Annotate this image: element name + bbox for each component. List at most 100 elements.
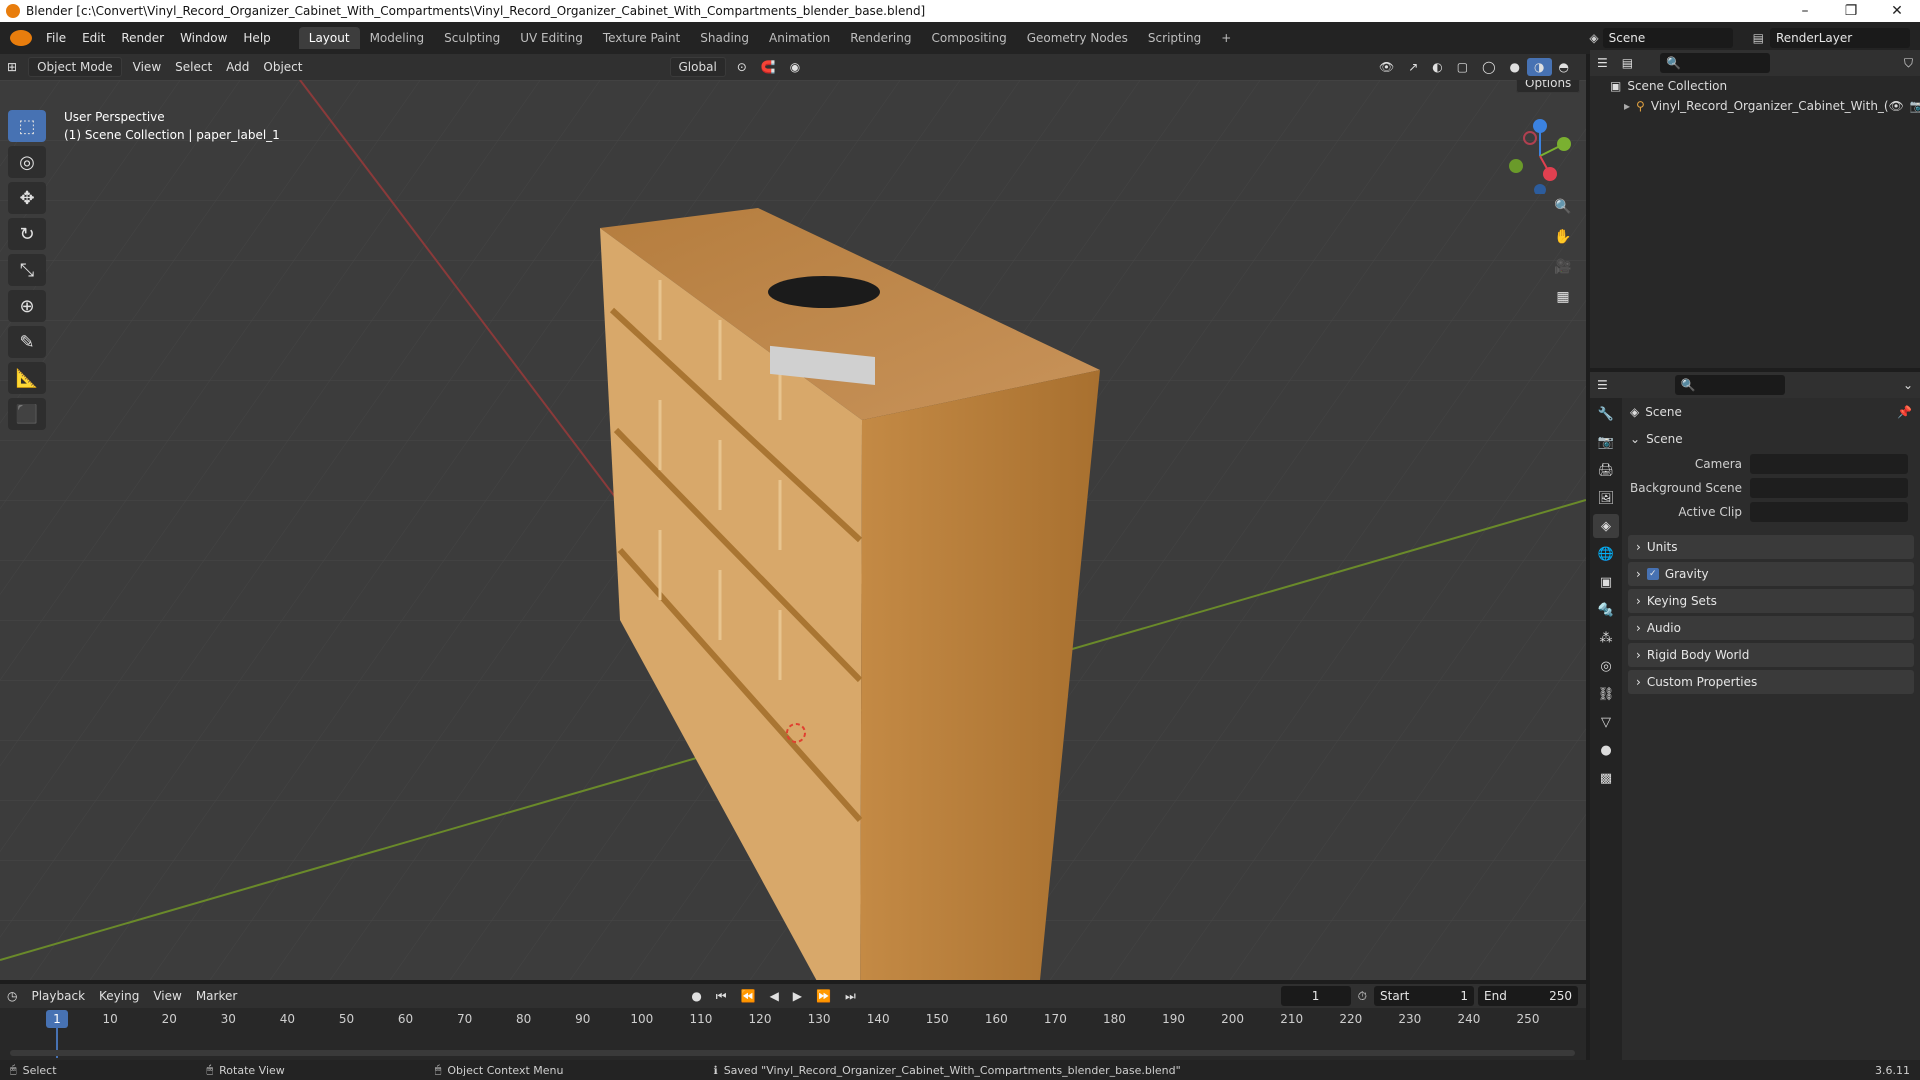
ortho-grid-icon[interactable]: ▦	[1550, 284, 1576, 310]
tab-rendering[interactable]: Rendering	[840, 27, 921, 49]
options-button[interactable]: Options	[1512, 80, 1584, 93]
menu-timeline-view[interactable]: View	[146, 987, 188, 1005]
snap-icon[interactable]: 🧲	[754, 58, 783, 76]
display-mode-icon[interactable]: ▤	[1615, 54, 1640, 72]
object-tab-icon[interactable]: ▣	[1593, 570, 1619, 594]
panel-custom-properties[interactable]: › Custom Properties	[1628, 670, 1914, 694]
menu-add[interactable]: Add	[219, 58, 256, 76]
navigation-gizmo[interactable]	[1500, 114, 1580, 196]
shading-wireframe-icon[interactable]: ◯	[1475, 58, 1502, 76]
timeline-editor-type-icon[interactable]: ◷	[0, 987, 24, 1005]
visibility-icon[interactable]: 👁	[1372, 58, 1401, 76]
shading-material-icon[interactable]: ◑	[1527, 58, 1552, 76]
shading-solid-icon[interactable]: ●	[1503, 58, 1527, 76]
tab-layout[interactable]: Layout	[298, 27, 360, 49]
measure-tool[interactable]: 📐	[8, 362, 46, 394]
active-clip-field[interactable]	[1750, 502, 1908, 522]
blender-menu-icon[interactable]	[10, 30, 32, 46]
tab-geometry-nodes[interactable]: Geometry Nodes	[1017, 27, 1138, 49]
add-cube-tool[interactable]: ⬛	[8, 398, 46, 430]
menu-keying[interactable]: Keying	[92, 987, 146, 1005]
record-icon[interactable]: ●	[684, 987, 708, 1006]
shading-rendered-icon[interactable]: ◓	[1552, 58, 1576, 76]
properties-editor-type-icon[interactable]: ☰	[1590, 376, 1615, 394]
panel-gravity[interactable]: › ✓ Gravity	[1628, 562, 1914, 586]
select-box-tool[interactable]: ⬚	[8, 110, 46, 142]
tab-uv-editing[interactable]: UV Editing	[510, 27, 593, 49]
outliner-search-input[interactable]: 🔍	[1660, 53, 1771, 73]
tab-texture-paint[interactable]: Texture Paint	[593, 27, 690, 49]
scene-field[interactable]: Scene	[1602, 28, 1733, 48]
outliner-editor-type-icon[interactable]: ☰	[1590, 54, 1615, 72]
menu-file[interactable]: File	[38, 31, 74, 45]
outliner-row-cabinet[interactable]: ▸ ⚲ Vinyl_Record_Organizer_Cabinet_With_…	[1590, 96, 1920, 116]
maximize-button[interactable]: ❐	[1828, 3, 1874, 19]
tab-animation[interactable]: Animation	[759, 27, 840, 49]
current-frame-field[interactable]: 1	[1280, 986, 1351, 1006]
tab-scripting[interactable]: Scripting	[1138, 27, 1211, 49]
3d-viewport[interactable]: User Perspective (1) Scene Collection | …	[0, 80, 1586, 980]
tab-compositing[interactable]: Compositing	[921, 27, 1016, 49]
panel-rigid-body-world[interactable]: › Rigid Body World	[1628, 643, 1914, 667]
menu-help[interactable]: Help	[235, 31, 278, 45]
pin-icon[interactable]: 📌	[1897, 405, 1912, 419]
modifier-tab-icon[interactable]: 🔩	[1593, 598, 1619, 622]
menu-object[interactable]: Object	[256, 58, 309, 76]
tool-tab-icon[interactable]: 🔧	[1593, 402, 1619, 426]
particles-tab-icon[interactable]: ⁂	[1593, 626, 1619, 650]
panel-units[interactable]: › Units	[1628, 535, 1914, 559]
renderlayer-field[interactable]: RenderLayer	[1770, 28, 1910, 48]
prev-keyframe-icon[interactable]: ⏪	[734, 987, 763, 1006]
menu-marker[interactable]: Marker	[189, 987, 244, 1005]
jump-start-icon[interactable]: ⏮	[709, 987, 734, 1006]
transform-tool[interactable]: ⊕	[8, 290, 46, 322]
cursor-tool[interactable]: ◎	[8, 146, 46, 178]
overlay-icon[interactable]: ◐	[1425, 58, 1449, 76]
move-tool[interactable]: ✥	[8, 182, 46, 214]
constraints-tab-icon[interactable]: ⛓	[1593, 682, 1619, 706]
eye-icon[interactable]: 👁	[1889, 99, 1904, 113]
tab-sculpting[interactable]: Sculpting	[434, 27, 510, 49]
scale-tool[interactable]: ⤡	[8, 254, 46, 286]
filter-icon[interactable]: ⛉	[1897, 54, 1920, 73]
panel-keying-sets[interactable]: › Keying Sets	[1628, 589, 1914, 613]
editor-type-icon[interactable]: ⊞	[0, 58, 24, 76]
tab-modeling[interactable]: Modeling	[360, 27, 435, 49]
camera-field[interactable]	[1750, 454, 1908, 474]
add-workspace-button[interactable]: +	[1211, 27, 1241, 49]
world-tab-icon[interactable]: 🌐	[1593, 542, 1619, 566]
render-camera-icon[interactable]: 📷	[1910, 99, 1920, 113]
play-reverse-icon[interactable]: ◀	[763, 987, 786, 1006]
timeline[interactable]: 1 10 20 30 40 50 60 70 80 90 100 110 120 130 140 150 160…	[0, 1008, 1586, 1060]
xray-icon[interactable]: ▢	[1450, 58, 1475, 76]
end-frame-field[interactable]: End 250	[1478, 986, 1578, 1006]
menu-edit[interactable]: Edit	[74, 31, 113, 45]
tab-shading[interactable]: Shading	[690, 27, 759, 49]
view-layer-tab-icon[interactable]: 🖼	[1593, 486, 1619, 510]
output-tab-icon[interactable]: 🖨	[1593, 458, 1619, 482]
menu-window[interactable]: Window	[172, 31, 235, 45]
menu-select[interactable]: Select	[168, 58, 219, 76]
clock-icon[interactable]: ⏱	[1351, 987, 1374, 1006]
annotate-tool[interactable]: ✎	[8, 326, 46, 358]
physics-tab-icon[interactable]: ◎	[1593, 654, 1619, 678]
play-icon[interactable]: ▶	[786, 987, 809, 1006]
menu-render[interactable]: Render	[113, 31, 172, 45]
menu-playback[interactable]: Playback	[24, 987, 92, 1005]
menu-view[interactable]: View	[126, 58, 168, 76]
pan-hand-icon[interactable]: ✋	[1550, 224, 1576, 250]
rotate-tool[interactable]: ↻	[8, 218, 46, 250]
mode-dropdown[interactable]: Object Mode	[28, 57, 122, 77]
data-tab-icon[interactable]: ▽	[1593, 710, 1619, 734]
material-tab-icon[interactable]: ●	[1593, 738, 1619, 762]
texture-tab-icon[interactable]: ▩	[1593, 766, 1619, 790]
render-tab-icon[interactable]: 📷	[1593, 430, 1619, 454]
close-button[interactable]: ✕	[1874, 3, 1920, 19]
timeline-ruler[interactable]: 1 10 20 30 40 50 60 70 80 90 100 110 120 130 140 150 160…	[0, 1008, 1586, 1032]
transform-orientation-dropdown[interactable]: Global	[669, 57, 726, 77]
camera-view-icon[interactable]: 🎥	[1550, 254, 1576, 280]
properties-search-input[interactable]: 🔍	[1674, 375, 1785, 395]
pivot-icon[interactable]: ⊙	[730, 58, 754, 76]
timeline-scrollbar[interactable]	[10, 1050, 1575, 1056]
gizmo-icon[interactable]: ↗	[1401, 58, 1425, 76]
